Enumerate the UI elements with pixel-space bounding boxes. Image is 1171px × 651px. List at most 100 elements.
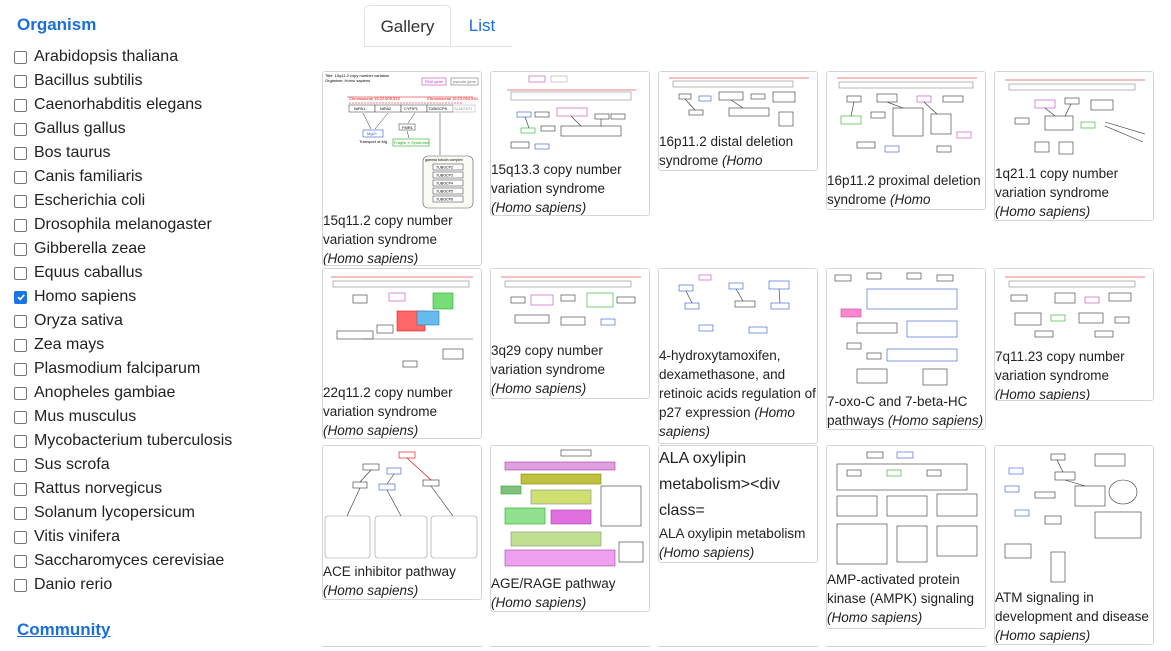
- checkbox[interactable]: [14, 242, 27, 256]
- organism-option[interactable]: Anopheles gambiae: [14, 381, 232, 405]
- pathway-species: (Homo sapiens): [323, 423, 419, 438]
- checkbox[interactable]: [14, 386, 27, 400]
- organism-label: Homo sapiens: [34, 288, 137, 305]
- pathway-card-ala-oxylipin[interactable]: ALA oxylipin metabolism><div class= ALA …: [658, 445, 818, 563]
- tab-gallery[interactable]: Gallery: [364, 5, 451, 46]
- pathway-card-15q11-2[interactable]: Title: 15q11.2 copy number variation Org…: [322, 71, 482, 266]
- checkbox[interactable]: [14, 554, 27, 568]
- pathway-species: (Homo sapiens): [491, 381, 587, 396]
- organism-label: Rattus norvegicus: [34, 480, 163, 497]
- organism-option[interactable]: Oryza sativa: [14, 309, 232, 333]
- pathway-caption: 4-hydroxytamoxifen, dexamethasone, and r…: [659, 346, 817, 441]
- organism-option[interactable]: Homo sapiens: [14, 285, 232, 309]
- pathway-caption: ATM signaling in development and disease…: [995, 588, 1153, 644]
- checkbox[interactable]: [14, 218, 27, 232]
- pathway-card-7q11-23[interactable]: 7q11.23 copy number variation syndrome (…: [994, 268, 1154, 401]
- organism-label: Sus scrofa: [34, 456, 110, 473]
- organism-option[interactable]: Bos taurus: [14, 141, 232, 165]
- next-row-card-edge: [490, 646, 650, 651]
- pathway-caption: 15q13.3 copy number variation syndrome (…: [491, 160, 649, 215]
- checkbox[interactable]: [14, 458, 27, 472]
- thumb-tubgcp-label: TUBGCP6: [436, 198, 453, 202]
- pathway-species: (Homo sapiens): [827, 610, 923, 625]
- organism-option[interactable]: Mus musculus: [14, 405, 232, 429]
- tab-list[interactable]: List: [452, 5, 512, 46]
- checkbox[interactable]: [14, 74, 27, 88]
- organism-label: Vitis vinifera: [34, 528, 120, 545]
- pathway-card-1q21-1[interactable]: 1q21.1 copy number variation syndrome (H…: [994, 71, 1154, 221]
- pathway-caption: ACE inhibitor pathway (Homo sapiens): [323, 562, 481, 599]
- thumb-tubgcp-label: TUBGCP4: [436, 182, 453, 186]
- thumb-gene-2: NIPA2: [380, 106, 392, 111]
- thumb-gene-3: CYFIP1: [404, 106, 419, 111]
- organism-option[interactable]: Equus caballus: [14, 261, 232, 285]
- organism-label: Anopheles gambiae: [34, 384, 176, 401]
- checkbox-checked[interactable]: [14, 290, 27, 304]
- pathway-title: ATM signaling in development and disease: [995, 590, 1149, 624]
- organism-option[interactable]: Bacillus subtilis: [14, 69, 232, 93]
- pathway-card-15q13-3[interactable]: 15q13.3 copy number variation syndrome (…: [490, 71, 650, 216]
- pathway-card-3q29[interactable]: 3q29 copy number variation syndrome (Hom…: [490, 268, 650, 399]
- organism-label: Escherichia coli: [34, 192, 146, 209]
- pathway-card-7-oxo-c[interactable]: 7-oxo-C and 7-beta-HC pathways (Homo sap…: [826, 268, 986, 430]
- pathway-species: (Homo sapiens): [995, 387, 1091, 401]
- checkbox[interactable]: [14, 434, 27, 448]
- organism-option[interactable]: Zea mays: [14, 333, 232, 357]
- organism-label: Solanum lycopersicum: [34, 504, 195, 521]
- organism-option[interactable]: Gibberella zeae: [14, 237, 232, 261]
- organism-heading: Organism: [17, 15, 97, 34]
- pathway-card-ace-inhibitor[interactable]: ACE inhibitor pathway (Homo sapiens): [322, 445, 482, 600]
- pathway-card-atm-signaling[interactable]: ATM signaling in development and disease…: [994, 445, 1154, 645]
- pathway-species: (Homo sapiens): [887, 413, 984, 428]
- organism-option[interactable]: Canis familiaris: [14, 165, 232, 189]
- checkbox[interactable]: [14, 578, 27, 592]
- thumb-tubgcp-label: TUBGCP5: [436, 190, 453, 194]
- pathway-thumbnail: [659, 72, 817, 132]
- pathway-thumbnail: [491, 446, 649, 574]
- checkbox[interactable]: [14, 266, 27, 280]
- checkbox[interactable]: [14, 122, 27, 136]
- organism-label: Mus musculus: [34, 408, 137, 425]
- pathway-caption: AMP-activated protein kinase (AMPK) sign…: [827, 570, 985, 627]
- pathway-card-16p11-2-distal[interactable]: 16p11.2 distal deletion syndrome (Homo s…: [658, 71, 818, 171]
- checkbox[interactable]: [14, 338, 27, 352]
- thumb-gene-4: TUBGCP5: [428, 106, 448, 111]
- thumb-tubgcp-label: TUBGCP2: [436, 166, 453, 170]
- pathway-card-age-rage[interactable]: AGE/RAGE pathway (Homo sapiens): [490, 445, 650, 612]
- checkbox[interactable]: [14, 194, 27, 208]
- checkbox[interactable]: [14, 50, 27, 64]
- organism-option[interactable]: Drosophila melanogaster: [14, 213, 232, 237]
- organism-option[interactable]: Mycobacterium tuberculosis: [14, 429, 232, 453]
- pathway-card-4-hydroxytamoxifen[interactable]: 4-hydroxytamoxifen, dexamethasone, and r…: [658, 268, 818, 444]
- organism-option[interactable]: Solanum lycopersicum: [14, 501, 232, 525]
- pathway-card-ampk-signaling[interactable]: AMP-activated protein kinase (AMPK) sign…: [826, 445, 986, 629]
- broken-pathway-heading: ALA oxylipin metabolism><div class=: [659, 450, 780, 519]
- checkbox[interactable]: [14, 362, 27, 376]
- checkbox[interactable]: [14, 506, 27, 520]
- checkbox[interactable]: [14, 314, 27, 328]
- organism-option[interactable]: Gallus gallus: [14, 117, 232, 141]
- organism-option[interactable]: Plasmodium falciparum: [14, 357, 232, 381]
- checkbox[interactable]: [14, 98, 27, 112]
- thumb-fragile: Fragile X Syndrome: [394, 140, 430, 145]
- checkbox[interactable]: [14, 146, 27, 160]
- checkbox[interactable]: [14, 482, 27, 496]
- organism-option[interactable]: Danio rerio: [14, 573, 232, 597]
- checkbox[interactable]: [14, 530, 27, 544]
- organism-option[interactable]: Saccharomyces cerevisiae: [14, 549, 232, 573]
- thumb-legend-pseudo: pseudo gene: [453, 79, 477, 84]
- pathway-title: 3q29 copy number variation syndrome: [491, 343, 606, 377]
- organism-option[interactable]: Caenorhabditis elegans: [14, 93, 232, 117]
- pathway-thumbnail: [323, 269, 481, 383]
- pathway-card-16p11-2-proximal[interactable]: 16p11.2 proximal deletion syndrome (Homo…: [826, 71, 986, 210]
- checkbox[interactable]: [14, 410, 27, 424]
- organism-option[interactable]: Vitis vinifera: [14, 525, 232, 549]
- organism-option[interactable]: Escherichia coli: [14, 189, 232, 213]
- pathway-card-22q11-2[interactable]: 22q11.2 copy number variation syndrome (…: [322, 268, 482, 439]
- organism-option[interactable]: Sus scrofa: [14, 453, 232, 477]
- organism-option[interactable]: Arabidopsis thaliana: [14, 45, 232, 69]
- organism-label: Caenorhabditis elegans: [34, 96, 203, 113]
- community-link[interactable]: Community: [17, 620, 111, 640]
- checkbox[interactable]: [14, 170, 27, 184]
- organism-option[interactable]: Rattus norvegicus: [14, 477, 232, 501]
